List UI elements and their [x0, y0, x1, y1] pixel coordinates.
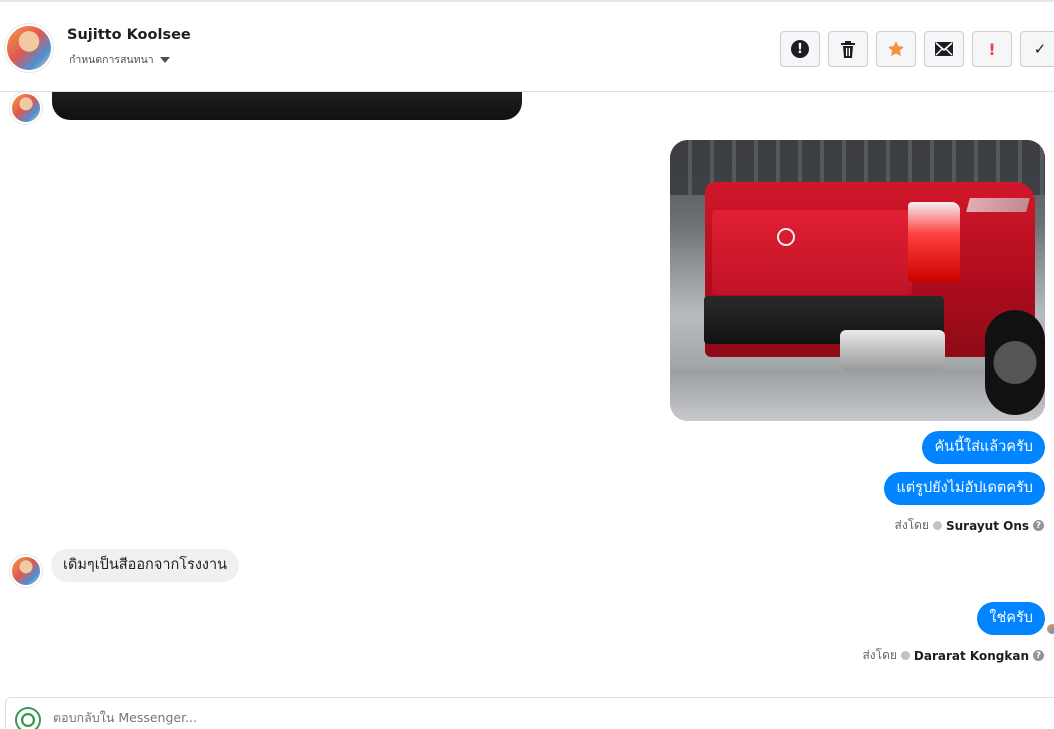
conversation-header: Sujitto Koolsee กำหนดการสนทนา ! ! ✓: [0, 0, 1054, 92]
outgoing-message[interactable]: คันนี้ใส่แล้วครับ: [922, 431, 1045, 465]
page-avatar: [15, 707, 41, 729]
reply-composer: [5, 697, 1054, 729]
caret-down-icon: [159, 56, 170, 63]
conversation-action-dropdown[interactable]: กำหนดการสนทนา: [69, 51, 170, 68]
report-button[interactable]: !: [780, 31, 820, 67]
contact-avatar[interactable]: [5, 24, 53, 72]
contact-avatar-small[interactable]: [10, 555, 42, 587]
star-button[interactable]: [876, 31, 916, 67]
contact-avatar-small[interactable]: [10, 92, 42, 124]
seen-avatar: [1047, 624, 1054, 634]
truck-photo-attachment[interactable]: [670, 140, 1045, 421]
check-circle-icon: [933, 521, 942, 530]
sent-by-label: ส่งโดย: [894, 518, 929, 532]
reply-input[interactable]: [53, 710, 653, 725]
outgoing-message[interactable]: ใช่ครับ: [977, 602, 1045, 636]
sender-name[interactable]: Dararat Kongkan: [914, 649, 1029, 663]
sent-by-info: ส่งโดย Dararat Kongkan ?: [862, 646, 1044, 665]
previous-image-attachment[interactable]: [52, 92, 522, 120]
help-icon[interactable]: ?: [1033, 650, 1044, 661]
mark-unread-button[interactable]: [924, 31, 964, 67]
outgoing-message[interactable]: แต่รูปยังไม่อัปเดตครับ: [884, 472, 1045, 506]
delete-button[interactable]: [828, 31, 868, 67]
alert-circle-icon: !: [791, 40, 809, 58]
conversation-action-label: กำหนดการสนทนา: [69, 54, 154, 66]
exclamation-icon: !: [988, 39, 996, 59]
message-thread[interactable]: คันนี้ใส่แล้วครับ แต่รูปยังไม่อัปเดตครับ…: [0, 92, 1054, 696]
sent-by-info: ส่งโดย Surayut Ons ?: [895, 516, 1044, 535]
contact-name[interactable]: Sujitto Koolsee: [67, 27, 191, 43]
checkmark-icon: ✓: [1033, 40, 1047, 58]
spam-button[interactable]: !: [972, 31, 1012, 67]
incoming-message[interactable]: เดิมๆเป็นสีออกจากโรงงาน: [51, 549, 240, 583]
trash-icon: [841, 40, 855, 58]
envelope-icon: [935, 42, 953, 56]
sender-name[interactable]: Surayut Ons: [946, 519, 1029, 533]
help-icon[interactable]: ?: [1033, 520, 1044, 531]
sent-by-label: ส่งโดย: [862, 648, 897, 662]
star-icon: [888, 41, 904, 57]
check-circle-icon: [900, 651, 910, 660]
mark-done-button[interactable]: ✓: [1020, 31, 1054, 67]
